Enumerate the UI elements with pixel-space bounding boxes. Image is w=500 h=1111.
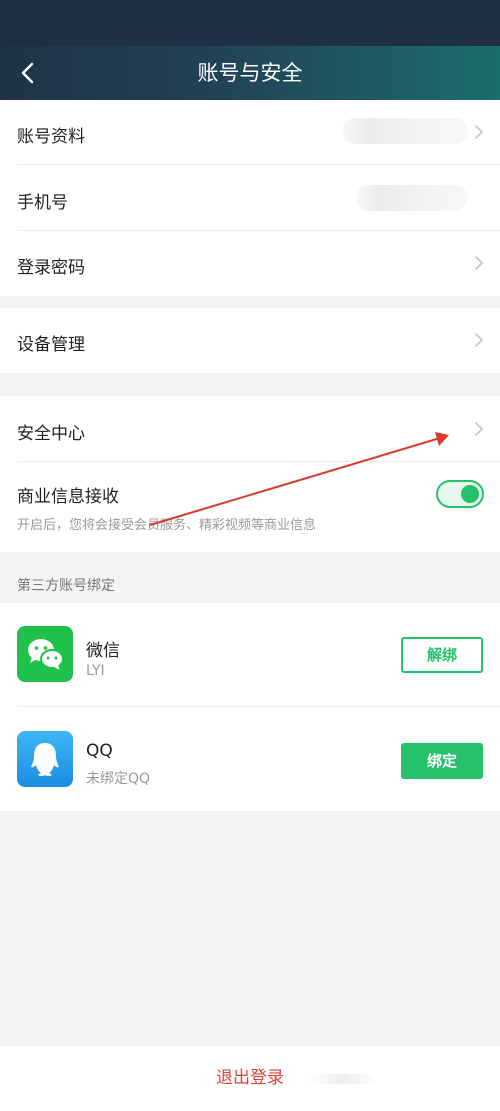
devices-label: 设备管理 [17,335,85,355]
qq-row: QQ 未绑定QQ 绑定 [0,707,500,811]
wechat-name: 微信 [86,641,120,661]
page-title: 账号与安全 [197,61,303,85]
account-group: 账号资料 手机号 登录密码 [0,100,500,296]
security-center-label: 安全中心 [17,424,85,444]
account-profile-value-redacted [342,118,468,144]
wechat-icon [17,626,73,682]
qq-bind-button[interactable]: 绑定 [401,743,483,779]
devices-row[interactable]: 设备管理 [0,308,500,373]
phone-label: 手机号 [17,193,68,213]
qq-name: QQ [86,741,113,761]
logout-button[interactable]: 退出登录 [0,1046,500,1111]
account-profile-row[interactable]: 账号资料 [0,100,500,165]
status-bar [0,0,500,46]
toggle-knob [461,485,479,503]
third-party-group: 微信 LYI 解绑 QQ 未绑定QQ 绑定 [0,603,500,811]
business-info-row: 商业信息接收 开启后，您将会接受会员服务、精彩视频等商业信息 [0,462,500,552]
wechat-account: LYI [86,663,105,679]
qq-status: 未绑定QQ [86,771,151,787]
phone-row[interactable]: 手机号 [0,165,500,231]
security-group: 安全中心 商业信息接收 开启后，您将会接受会员服务、精彩视频等商业信息 [0,396,500,552]
wechat-unbind-button[interactable]: 解绑 [401,637,483,673]
chevron-right-icon [472,419,486,439]
logout-redacted [308,1074,378,1084]
chevron-right-icon [472,122,486,142]
chevron-right-icon [472,330,486,350]
devices-group: 设备管理 [0,308,500,373]
security-center-row[interactable]: 安全中心 [0,396,500,462]
logout-bar: 退出登录 [0,1046,500,1111]
password-row[interactable]: 登录密码 [0,231,500,296]
nav-bar: 账号与安全 [0,46,500,100]
chevron-right-icon [472,253,486,273]
wechat-row: 微信 LYI 解绑 [0,603,500,707]
business-info-label: 商业信息接收 [17,487,119,507]
qq-icon [17,731,73,787]
third-party-section-header: 第三方账号绑定 [17,578,115,594]
business-info-toggle[interactable] [436,480,484,508]
password-label: 登录密码 [17,258,85,278]
account-profile-label: 账号资料 [17,127,85,147]
business-info-description: 开启后，您将会接受会员服务、精彩视频等商业信息 [17,518,317,533]
phone-value-redacted [356,185,468,211]
